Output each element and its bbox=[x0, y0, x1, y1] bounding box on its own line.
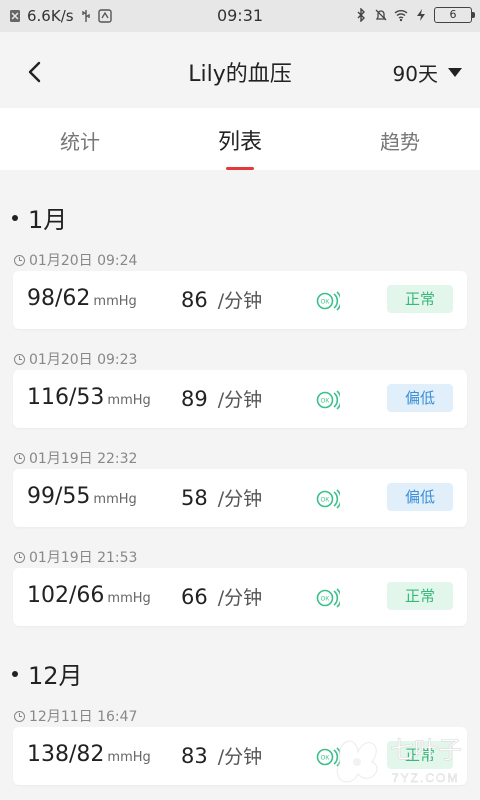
record-time-text: 01月20日 09:24 bbox=[29, 253, 138, 269]
month-label: 1月 bbox=[28, 206, 68, 234]
tab-bar: 统计 列表 趋势 bbox=[0, 108, 480, 170]
app-header: Lily的血压 90天 bbox=[0, 32, 480, 108]
record-time: 01月19日 21:53 bbox=[14, 547, 137, 567]
record-time: 01月20日 09:24 bbox=[14, 250, 137, 270]
pulse: 86/分钟 bbox=[181, 286, 262, 313]
record-time-text: 12月11日 16:47 bbox=[29, 709, 138, 725]
pulse-value: 86 bbox=[181, 288, 208, 312]
pulse-value: 83 bbox=[181, 744, 208, 768]
bp-unit: mmHg bbox=[93, 492, 137, 507]
blood-pressure: 99/55 mmHg bbox=[27, 484, 137, 509]
bp-value: 102/66 bbox=[27, 583, 105, 608]
pulse-unit: /分钟 bbox=[217, 746, 263, 768]
svg-text:OK: OK bbox=[321, 399, 330, 405]
mute-bell-icon bbox=[375, 9, 387, 21]
status-badge: 正常 bbox=[387, 582, 453, 610]
status-right: 6 bbox=[354, 7, 475, 23]
pulse: 66/分钟 bbox=[181, 583, 262, 610]
record-time: 12月11日 16:47 bbox=[14, 706, 137, 726]
bp-value: 138/82 bbox=[27, 742, 105, 767]
record-time: 01月19日 22:32 bbox=[14, 448, 137, 468]
record-card[interactable]: 102/66 mmHg 66/分钟 OK 正常 bbox=[13, 568, 467, 626]
svg-text:OK: OK bbox=[321, 498, 330, 504]
pulse-unit: /分钟 bbox=[217, 290, 263, 312]
pulse: 58/分钟 bbox=[181, 484, 262, 511]
blood-pressure: 102/66 mmHg bbox=[27, 583, 151, 608]
tab-trend[interactable]: 趋势 bbox=[320, 108, 480, 170]
svg-text:OK: OK bbox=[321, 756, 330, 762]
clock-icon bbox=[14, 551, 25, 563]
month-header: 12月 bbox=[12, 656, 83, 691]
clock-icon bbox=[14, 710, 25, 722]
ok-check-icon: OK bbox=[316, 291, 340, 311]
battery-indicator: 6 bbox=[434, 7, 475, 23]
pulse: 89/分钟 bbox=[181, 385, 262, 412]
record-list[interactable]: 1月 01月20日 09:24 98/62 mmHg 86/分钟 OK 正常 01… bbox=[0, 170, 480, 800]
range-selector[interactable]: 90天 bbox=[393, 58, 462, 87]
record-card[interactable]: 116/53 mmHg 89/分钟 OK 偏低 bbox=[13, 370, 467, 428]
record-time: 01月20日 09:23 bbox=[14, 349, 137, 369]
month-header: 1月 bbox=[12, 200, 67, 235]
pulse-unit: /分钟 bbox=[217, 587, 263, 609]
tab-statistics[interactable]: 统计 bbox=[0, 108, 160, 170]
month-label: 12月 bbox=[28, 662, 83, 690]
pulse-unit: /分钟 bbox=[217, 389, 263, 411]
ok-check-icon: OK bbox=[316, 390, 340, 410]
record-time-text: 01月20日 09:23 bbox=[29, 352, 138, 368]
bp-unit: mmHg bbox=[107, 393, 151, 408]
blood-pressure: 98/62 mmHg bbox=[27, 286, 137, 311]
clock-icon bbox=[14, 254, 25, 266]
record-card[interactable]: 138/82 mmHg 83/分钟 OK 正常 bbox=[13, 727, 467, 785]
bp-value: 116/53 bbox=[27, 385, 105, 410]
record-time-text: 01月19日 21:53 bbox=[29, 550, 138, 566]
bp-value: 98/62 bbox=[27, 286, 91, 311]
tab-list[interactable]: 列表 bbox=[160, 108, 320, 170]
ok-check-icon: OK bbox=[316, 588, 340, 608]
svg-text:OK: OK bbox=[321, 597, 330, 603]
bp-unit: mmHg bbox=[93, 294, 137, 309]
ok-check-icon: OK bbox=[316, 489, 340, 509]
charging-icon bbox=[417, 9, 425, 21]
clock-icon bbox=[14, 452, 25, 464]
ok-check-icon: OK bbox=[316, 747, 340, 767]
bp-unit: mmHg bbox=[107, 750, 151, 765]
bullet-dot bbox=[12, 670, 18, 677]
blood-pressure: 138/82 mmHg bbox=[27, 742, 151, 767]
range-label: 90天 bbox=[392, 62, 438, 86]
blood-pressure: 116/53 mmHg bbox=[27, 385, 151, 410]
bp-unit: mmHg bbox=[107, 591, 151, 606]
bluetooth-icon bbox=[357, 8, 365, 22]
clock-icon bbox=[14, 353, 25, 365]
status-badge: 正常 bbox=[387, 285, 453, 313]
bullet-dot bbox=[12, 214, 18, 221]
pulse-value: 89 bbox=[181, 387, 208, 411]
caret-down-icon bbox=[448, 68, 462, 77]
status-badge: 偏低 bbox=[387, 483, 453, 511]
status-badge: 偏低 bbox=[387, 384, 453, 412]
pulse-value: 58 bbox=[181, 486, 208, 510]
svg-text:OK: OK bbox=[321, 300, 330, 306]
pulse-unit: /分钟 bbox=[217, 488, 263, 510]
status-badge: 正常 bbox=[387, 741, 453, 769]
wifi-icon bbox=[394, 10, 408, 22]
record-time-text: 01月19日 22:32 bbox=[29, 451, 138, 467]
pulse: 83/分钟 bbox=[181, 742, 262, 769]
record-card[interactable]: 99/55 mmHg 58/分钟 OK 偏低 bbox=[13, 469, 467, 527]
bp-value: 99/55 bbox=[27, 484, 91, 509]
record-card[interactable]: 98/62 mmHg 86/分钟 OK 正常 bbox=[13, 271, 467, 329]
status-bar: 6.6K/s 09:31 6 bbox=[0, 0, 480, 32]
pulse-value: 66 bbox=[181, 585, 208, 609]
